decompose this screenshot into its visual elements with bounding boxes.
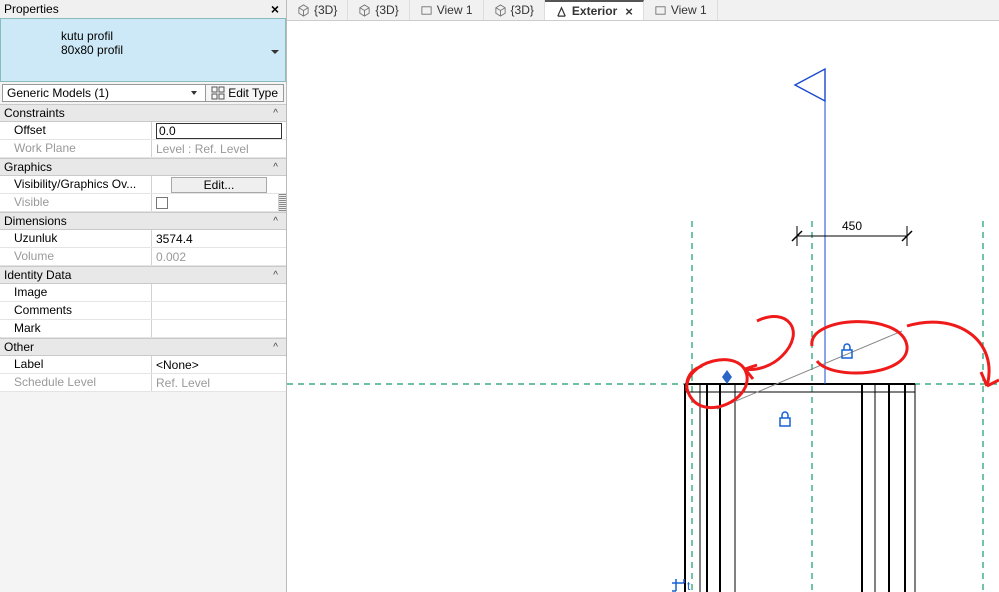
edit-type-label: Edit Type (228, 86, 278, 100)
prop-name: Offset (0, 122, 152, 139)
prop-row-workplane: Work Plane Level : Ref. Level (0, 140, 286, 158)
chevron-down-icon (271, 50, 279, 54)
view-tab[interactable]: {3D} (287, 0, 348, 20)
prop-name: Work Plane (0, 140, 152, 157)
view-tabbar: {3D} {3D} View 1 {3D} Exterior × View 1 (287, 0, 999, 21)
prop-name: Mark (0, 320, 152, 337)
chevron-up-icon: ^ (273, 342, 282, 353)
view-tab[interactable]: Exterior × (545, 0, 644, 20)
tab-label: Exterior (572, 4, 617, 18)
prop-name: Image (0, 284, 152, 301)
vgo-edit-button[interactable]: Edit... (171, 177, 268, 193)
prop-value[interactable]: 3574.4 (152, 230, 286, 247)
prop-value[interactable] (152, 320, 286, 337)
group-header-graphics[interactable]: Graphics ^ (0, 158, 286, 176)
chevron-up-icon: ^ (273, 108, 282, 119)
prop-value[interactable] (152, 122, 286, 139)
instance-filter-select[interactable]: Generic Models (1) (3, 85, 205, 101)
prop-value[interactable] (152, 284, 286, 301)
prop-row-comments: Comments (0, 302, 286, 320)
offset-input[interactable] (156, 123, 282, 139)
edit-type-button[interactable]: Edit Type (205, 85, 283, 101)
prop-row-offset: Offset (0, 122, 286, 140)
close-icon[interactable]: × (625, 4, 633, 19)
prop-value: Edit... (152, 176, 286, 193)
prop-row-mark: Mark (0, 320, 286, 338)
type-line2: 80x80 profil (61, 43, 277, 57)
prop-value: 0.002 (152, 248, 286, 265)
lock-icon[interactable] (780, 412, 790, 426)
prop-name: Visibility/Graphics Ov... (0, 176, 152, 193)
annotation-scribble (687, 316, 999, 407)
panel-title: Properties (4, 2, 268, 16)
group-header-other[interactable]: Other ^ (0, 338, 286, 356)
prop-name: Schedule Level (0, 374, 152, 391)
dimension-text: 450 (842, 219, 862, 233)
chevron-up-icon: ^ (273, 216, 282, 227)
prop-row-schedule: Schedule Level Ref. Level (0, 374, 286, 392)
prop-row-volume: Volume 0.002 (0, 248, 286, 266)
view-tab[interactable]: View 1 (410, 0, 484, 20)
prop-value: Ref. Level (152, 374, 286, 391)
prop-value[interactable] (152, 302, 286, 319)
properties-panel: Properties × kutu profil 80x80 profil Ge… (0, 0, 287, 592)
group-header-constraints[interactable]: Constraints ^ (0, 104, 286, 122)
chevron-down-icon (191, 91, 197, 95)
prop-name: Comments (0, 302, 152, 319)
prop-row-uzunluk: Uzunluk 3574.4 (0, 230, 286, 248)
tab-label: {3D} (375, 3, 398, 17)
close-icon[interactable]: × (268, 1, 282, 17)
prop-name: Uzunluk (0, 230, 152, 247)
view-tab[interactable]: {3D} (484, 0, 545, 20)
prop-row-vgo: Visibility/Graphics Ov... Edit... (0, 176, 286, 194)
dimension-450[interactable]: 450 (792, 219, 912, 246)
visible-checkbox[interactable] (156, 197, 168, 209)
prop-name: Visible (0, 194, 152, 211)
crop-icon[interactable]: t (672, 579, 691, 592)
type-line1: kutu profil (61, 29, 277, 43)
group-header-identity[interactable]: Identity Data ^ (0, 266, 286, 284)
type-selector[interactable]: kutu profil 80x80 profil (0, 18, 286, 82)
edit-type-icon (211, 86, 225, 100)
drawing-canvas[interactable]: 450 t (287, 21, 999, 592)
prop-name: Volume (0, 248, 152, 265)
chevron-up-icon: ^ (273, 270, 282, 281)
view-tab[interactable]: View 1 (644, 0, 718, 20)
prop-value (152, 194, 286, 211)
prop-row-image: Image (0, 284, 286, 302)
svg-text:t: t (687, 579, 691, 592)
drag-handle-icon[interactable] (278, 194, 286, 211)
group-header-dimensions[interactable]: Dimensions ^ (0, 212, 286, 230)
prop-value: Level : Ref. Level (152, 140, 286, 157)
chevron-up-icon: ^ (273, 162, 282, 173)
prop-name: Label (0, 356, 152, 373)
tab-label: {3D} (511, 3, 534, 17)
prop-value[interactable]: <None> (152, 356, 286, 373)
instance-row: Generic Models (1) Edit Type (2, 84, 284, 102)
drag-handle-icon[interactable] (722, 370, 732, 384)
tab-label: View 1 (671, 3, 707, 17)
tab-label: {3D} (314, 3, 337, 17)
prop-row-label: Label <None> (0, 356, 286, 374)
prop-row-visible: Visible (0, 194, 286, 212)
instance-filter-label: Generic Models (1) (7, 86, 109, 100)
view-tab[interactable]: {3D} (348, 0, 409, 20)
panel-header: Properties × (0, 0, 286, 18)
view-area: {3D} {3D} View 1 {3D} Exterior × View 1 (287, 0, 999, 592)
elevation-marker-icon[interactable] (795, 69, 825, 101)
tab-label: View 1 (437, 3, 473, 17)
